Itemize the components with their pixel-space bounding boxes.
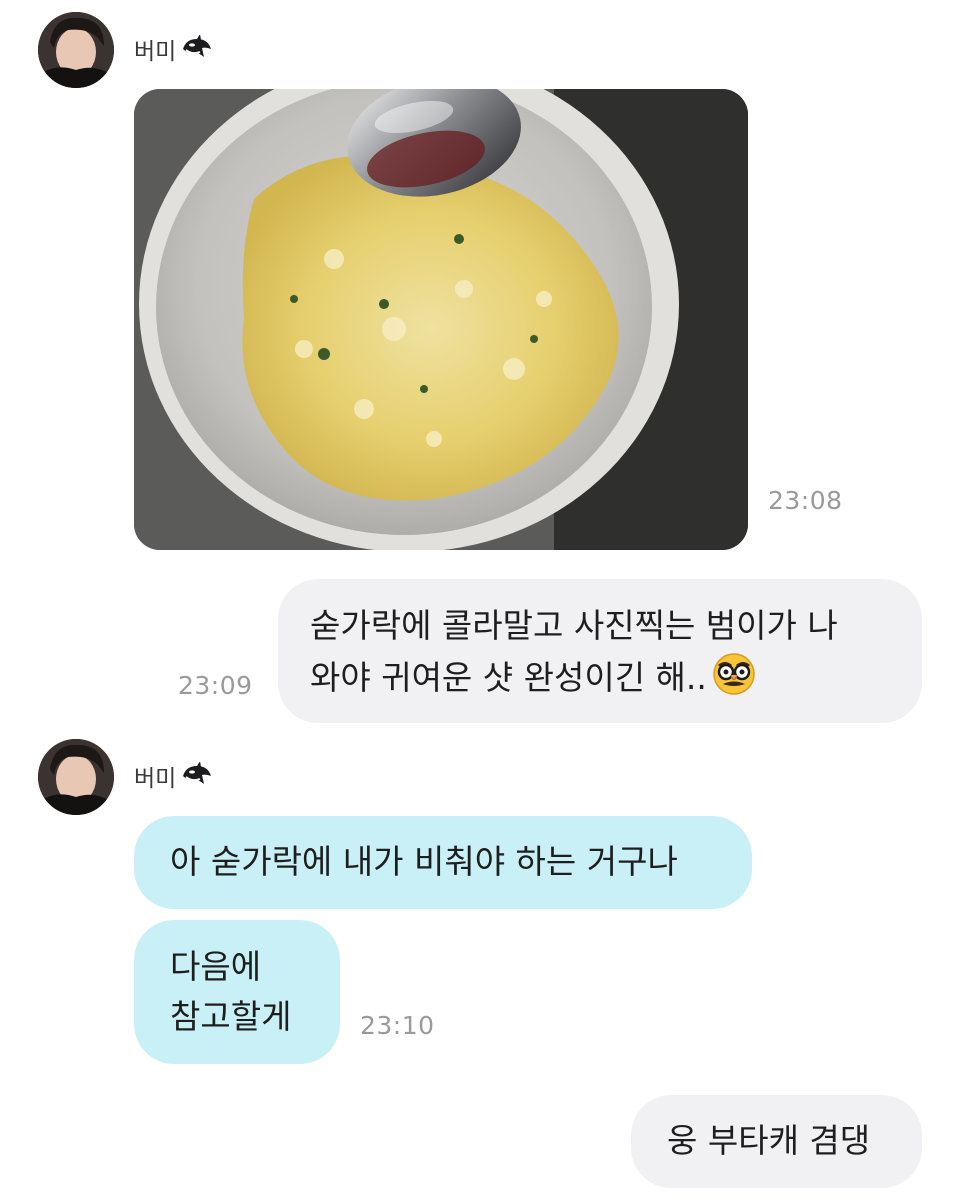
message-text: 아 숟가락에 내가 비춰야 하는 거구나 (170, 842, 678, 881)
message-line: 숟가락에 콜라말고 사진찍는 범이가 나 (310, 606, 838, 645)
avatar-photo (38, 12, 114, 88)
fried-rice-photo (134, 89, 748, 550)
sender-name: 버미 (134, 766, 177, 792)
sender-header: 버미 (134, 759, 214, 793)
message-text: 웅 부타캐 겸댕 (667, 1121, 871, 1160)
message-line: 와야 귀여운 샷 완성이긴 해.. (310, 651, 922, 703)
avatar-photo (38, 739, 114, 815)
outgoing-message-bubble[interactable]: 숟가락에 콜라말고 사진찍는 범이가 나 와야 귀여운 샷 완성이긴 해.. (278, 579, 922, 723)
message-line: 다음에 (170, 947, 262, 986)
outgoing-message-bubble[interactable]: 웅 부타캐 겸댕 (631, 1095, 922, 1188)
message-line-text: 와야 귀여운 샷 완성이긴 해.. (310, 658, 707, 697)
incoming-message-bubble[interactable]: 다음에 참고할게 (134, 920, 340, 1064)
incoming-message-bubble[interactable]: 아 숟가락에 내가 비춰야 하는 거구나 (134, 816, 752, 909)
orca-emoji-icon (183, 762, 212, 784)
message-line: 참고할게 (170, 997, 292, 1036)
sender-name: 버미 (134, 39, 177, 65)
timestamp: 23:10 (360, 1011, 435, 1040)
sender-avatar[interactable] (38, 12, 114, 88)
sender-avatar[interactable] (38, 739, 114, 815)
timestamp: 23:09 (178, 671, 253, 700)
timestamp: 23:08 (768, 486, 843, 515)
disguised-face-emoji-icon (713, 653, 755, 695)
photo-message[interactable] (134, 89, 748, 550)
orca-emoji-icon (183, 35, 212, 57)
sender-header: 버미 (134, 32, 214, 66)
